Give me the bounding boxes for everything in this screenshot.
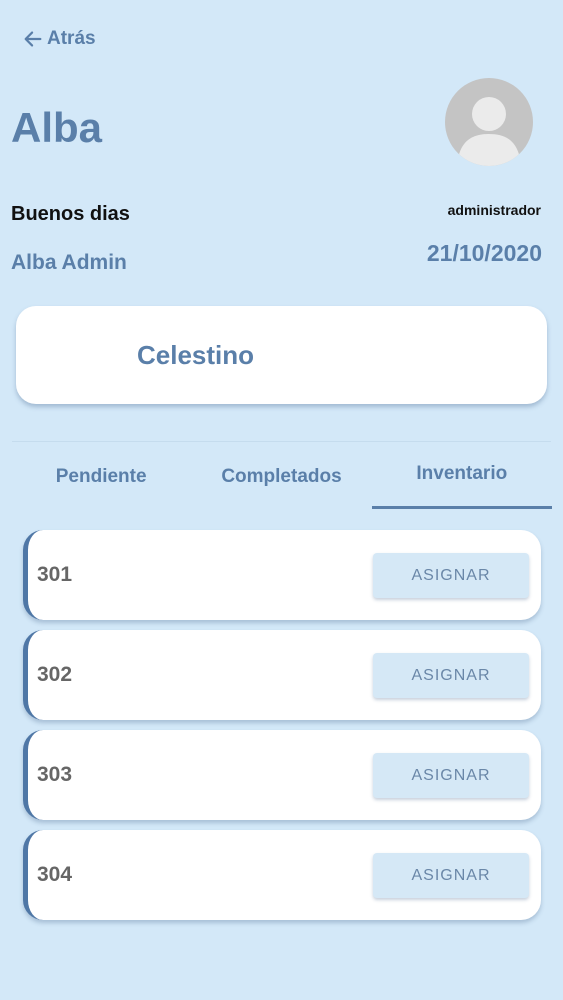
page-title: Alba: [11, 104, 103, 151]
selected-staff-card[interactable]: Celestino: [16, 306, 547, 404]
room-number: 302: [37, 663, 73, 686]
divider: [12, 441, 551, 442]
user-name: Alba Admin: [11, 251, 127, 274]
list-item: 304 ASIGNAR: [23, 830, 541, 920]
selected-staff-name: Celestino: [137, 340, 255, 370]
user-role: administrador: [447, 202, 541, 218]
assign-button[interactable]: ASIGNAR: [373, 653, 529, 698]
tab-bar: Pendiente Completados Inventario: [11, 443, 553, 509]
assign-button[interactable]: ASIGNAR: [373, 853, 529, 898]
assign-button[interactable]: ASIGNAR: [373, 553, 529, 598]
user-icon: [457, 97, 521, 166]
screen: Atrás Alba Buenos dias administrador Alb…: [0, 0, 563, 1000]
greeting: Buenos dias: [11, 203, 130, 225]
back-label: Atrás: [47, 28, 96, 49]
room-number: 303: [37, 763, 73, 786]
list-item: 302 ASIGNAR: [23, 630, 541, 720]
assign-button[interactable]: ASIGNAR: [373, 753, 529, 798]
list-item: 303 ASIGNAR: [23, 730, 541, 820]
list-item: 301 ASIGNAR: [23, 530, 541, 620]
room-number: 301: [37, 563, 73, 586]
tab-inventario[interactable]: Inventario: [371, 443, 553, 509]
room-list: 301 ASIGNAR 302 ASIGNAR 303 ASIGNAR 304 …: [23, 530, 541, 930]
arrow-left-icon: [24, 31, 42, 47]
avatar[interactable]: [445, 78, 533, 166]
tab-pendiente[interactable]: Pendiente: [11, 443, 191, 509]
current-date: 21/10/2020: [426, 240, 542, 266]
room-number: 304: [37, 863, 73, 886]
back-button[interactable]: Atrás: [22, 28, 96, 50]
tab-completados[interactable]: Completados: [191, 443, 371, 509]
